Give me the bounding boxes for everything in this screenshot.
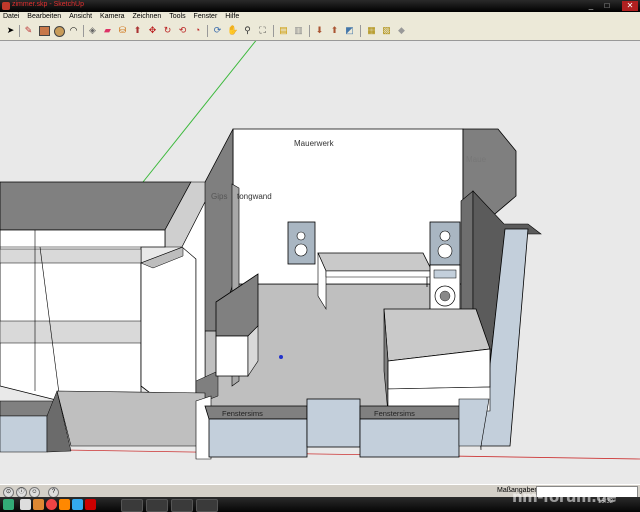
3d-scene[interactable]: Mauerwerk Maue Gips tongwand Fenstersims… [0, 41, 640, 484]
sideboard-front [215, 335, 249, 377]
minimize-button[interactable]: _ [584, 1, 598, 11]
make-component-icon[interactable]: ◈ [87, 25, 98, 36]
eraser-icon[interactable]: ▰ [102, 25, 113, 36]
photo-textures-icon[interactable]: ▦ [366, 25, 377, 36]
desk-front-edge [325, 270, 433, 278]
taskbar-window-3[interactable] [171, 499, 193, 512]
wardrobe-top [0, 181, 192, 231]
taskbar-window-1[interactable] [121, 499, 143, 512]
close-button[interactable]: ✕ [622, 1, 638, 11]
label-gipswand: Gips [211, 192, 227, 201]
watermark: nm-forum.de [512, 488, 617, 506]
menu-tools[interactable]: Tools [166, 12, 188, 22]
zoom-extents-icon[interactable]: ⛶ [257, 25, 268, 36]
share-model-icon[interactable]: ▥ [293, 25, 304, 36]
window-title: zimmer.skp - SketchUp [12, 1, 84, 8]
title-bar: zimmer.skp - SketchUp _ □ ✕ [0, 0, 640, 12]
pencil-icon[interactable]: ✎ [23, 25, 34, 36]
orbit-icon[interactable]: ⟳ [212, 25, 223, 36]
washing-machine-door-center [439, 290, 451, 302]
menu-ansicht[interactable]: Ansicht [66, 12, 95, 22]
rectangle-icon[interactable] [38, 25, 50, 36]
start-button-icon[interactable] [3, 499, 14, 510]
left-floor-strip [56, 390, 206, 447]
place-model-icon[interactable]: ⬇ [314, 25, 325, 36]
push-pull-icon[interactable]: ⬆ [132, 25, 143, 36]
toolbar-separator [273, 25, 274, 37]
menu-bearbeiten[interactable]: Bearbeiten [24, 12, 64, 22]
model-viewport[interactable]: Mauerwerk Maue Gips tongwand Fenstersims… [0, 41, 640, 484]
maximize-button[interactable]: □ [600, 1, 614, 11]
get-models-icon[interactable]: ▤ [278, 25, 289, 36]
left-window-glass [0, 415, 48, 453]
label-betonwand: tongwand [237, 192, 272, 201]
taskbar-folder-icon[interactable] [33, 499, 44, 510]
menu-kamera[interactable]: Kamera [97, 12, 128, 22]
paint-bucket-icon[interactable]: ⛁ [117, 25, 128, 36]
taskbar-app-icon[interactable] [20, 499, 31, 510]
move-icon[interactable]: ✥ [147, 25, 158, 36]
taskbar-window-4[interactable] [196, 499, 218, 512]
speaker-left-tweeter [296, 231, 306, 241]
taskbar-browser-icon[interactable] [46, 499, 57, 510]
taskbar-app2-icon[interactable] [85, 499, 96, 510]
toolbar-separator [83, 25, 84, 37]
sketchup-app-icon[interactable] [2, 2, 10, 10]
label-mauerwerk-right: Maue [466, 155, 487, 164]
menu-zeichnen[interactable]: Zeichnen [130, 12, 165, 22]
fenstersims-right-glass [359, 418, 460, 458]
select-icon[interactable]: ➤ [5, 25, 16, 36]
wardrobe-shelf-2 [0, 320, 151, 344]
red-axis-line [0, 448, 640, 460]
taskbar-window-2[interactable] [146, 499, 168, 512]
origin-marker [279, 355, 283, 359]
circle-icon[interactable] [53, 25, 65, 37]
arc-icon[interactable]: ◠ [68, 25, 79, 36]
toolbar-separator [309, 25, 310, 37]
toolbar-separator [207, 25, 208, 37]
speaker-left-woofer [294, 243, 308, 257]
tape-measure-icon[interactable]: ◔ [192, 25, 203, 36]
offset-icon[interactable]: ⟲ [177, 25, 188, 36]
main-toolbar: ➤ ✎ ◠ ◈ ▰ ⛁ ⬆ ✥ ↻ ⟲ ◔ ⟳ ✋ ⚲ ⛶ ▤ ▥ ⬇ ⬆ ◩ … [0, 22, 640, 41]
desk-top [317, 252, 433, 272]
speaker-right-woofer [437, 243, 453, 259]
menu-fenster[interactable]: Fenster [191, 12, 221, 22]
toolbar-separator [360, 25, 361, 37]
fenstersims-left-glass [208, 418, 308, 458]
washing-machine-panel [433, 269, 457, 279]
menu-datei[interactable]: Datei [0, 12, 22, 22]
taskbar-media-icon[interactable] [59, 499, 70, 510]
label-fenstersims-right: Fenstersims [374, 409, 415, 418]
extension-icon[interactable]: ◆ [396, 25, 407, 36]
toolbar-separator [19, 25, 20, 37]
add-location-icon[interactable]: ▧ [381, 25, 392, 36]
menu-hilfe[interactable]: Hilfe [222, 12, 242, 22]
label-mauerwerk: Mauerwerk [294, 139, 335, 148]
toggle-terrain-icon[interactable]: ◩ [344, 25, 355, 36]
get-current-view-icon[interactable]: ⬆ [329, 25, 340, 36]
taskbar-messenger-icon[interactable] [72, 499, 83, 510]
label-fenstersims-left: Fenstersims [222, 409, 263, 418]
speaker-left [287, 221, 316, 265]
door-glass [306, 398, 361, 448]
wardrobe-side-block [140, 246, 197, 397]
zoom-icon[interactable]: ⚲ [242, 25, 253, 36]
wardrobe-shelf-1 [0, 248, 142, 264]
pan-icon[interactable]: ✋ [227, 25, 238, 36]
speaker-right-tweeter [439, 230, 451, 242]
rotate-icon[interactable]: ↻ [162, 25, 173, 36]
speaker-right [429, 221, 461, 266]
